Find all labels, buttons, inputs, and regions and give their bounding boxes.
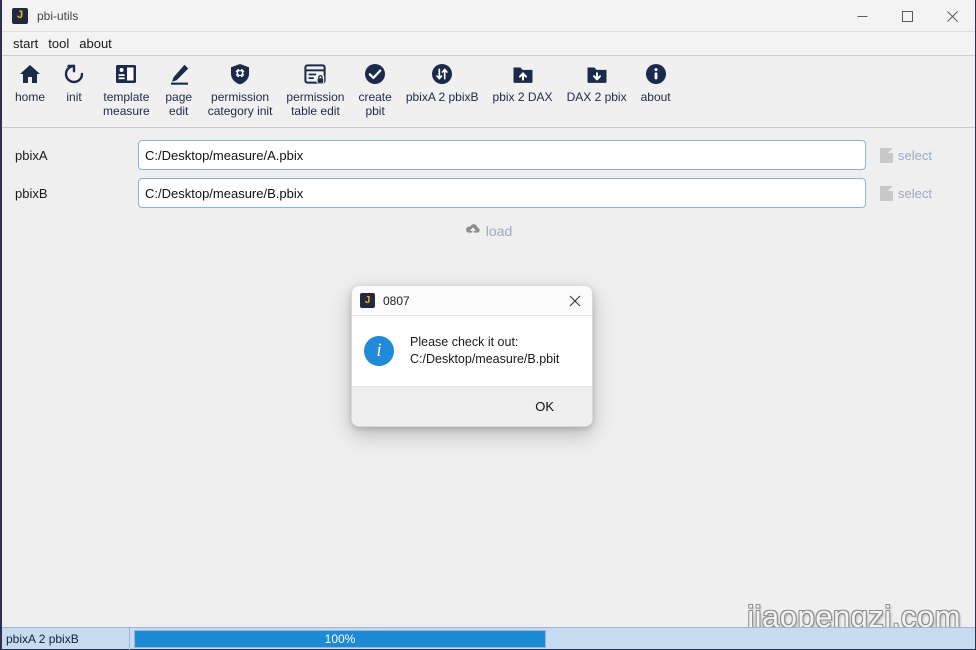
- progress-bar-fill: 100%: [135, 631, 545, 647]
- status-bar: pbixA 2 pbixB 100%: [2, 627, 975, 649]
- app-logo-letter: J: [17, 10, 23, 21]
- application-window: J pbi-utils start tool about: [0, 0, 976, 650]
- load-button[interactable]: load: [459, 220, 518, 241]
- dialog-message-line1: Please check it out:: [410, 334, 559, 351]
- toolbar-label-init: init: [66, 90, 81, 104]
- toolbar: home init template measur: [2, 56, 975, 128]
- menu-item-about[interactable]: about: [74, 34, 117, 53]
- pbixa-select-button[interactable]: select: [880, 148, 932, 163]
- maximize-button[interactable]: [885, 0, 930, 32]
- title-bar: J pbi-utils: [2, 0, 975, 32]
- minimize-button[interactable]: [840, 0, 885, 32]
- toolbar-button-dax-2-pbix[interactable]: DAX 2 pbix: [560, 61, 634, 104]
- message-dialog: J 0807 i Please check it out: C:/Desktop…: [351, 285, 593, 427]
- form-row-pbixb: pbixB select: [2, 178, 975, 208]
- toolbar-button-create-pbit[interactable]: create pbit: [351, 61, 398, 118]
- label-pbixa: pbixA: [2, 148, 138, 163]
- dialog-title: 0807: [383, 294, 410, 308]
- toolbar-label-create-pbit: create pbit: [358, 90, 391, 118]
- form-area: pbixA select pbixB select: [2, 128, 975, 241]
- toolbar-button-template-measure[interactable]: template measure: [96, 61, 157, 118]
- dialog-title-bar: J 0807: [352, 286, 592, 316]
- pbixa-path-input[interactable]: [138, 140, 866, 170]
- home-icon: [18, 61, 42, 87]
- toolbar-button-page-edit[interactable]: page edit: [157, 61, 201, 118]
- toolbar-button-pbixa-2-pbixb[interactable]: pbixA 2 pbixB: [399, 61, 486, 104]
- file-select-icon: [880, 148, 893, 163]
- dialog-close-icon[interactable]: [558, 286, 592, 316]
- folder-upload-icon: [511, 61, 535, 87]
- dialog-body: i Please check it out: C:/Desktop/measur…: [352, 316, 592, 386]
- load-row: load: [2, 220, 975, 241]
- pbixb-select-button[interactable]: select: [880, 186, 932, 201]
- form-row-pbixa: pbixA select: [2, 140, 975, 170]
- toolbar-button-home[interactable]: home: [8, 61, 52, 104]
- shield-gear-icon: [228, 61, 252, 87]
- toolbar-label-permission-table-edit: permission table edit: [286, 90, 344, 118]
- pbixa-select-label: select: [898, 148, 932, 163]
- toolbar-label-home: home: [15, 90, 45, 104]
- pencil-icon: [167, 61, 191, 87]
- check-circle-icon: [363, 61, 387, 87]
- toolbar-button-init[interactable]: init: [52, 61, 96, 104]
- toolbar-label-pbixa-2-pbixb: pbixA 2 pbixB: [406, 90, 479, 104]
- dialog-logo-letter: J: [365, 296, 371, 306]
- folder-download-icon: [585, 61, 609, 87]
- refresh-icon: [62, 61, 86, 87]
- pbixb-select-label: select: [898, 186, 932, 201]
- dialog-message-line2: C:/Desktop/measure/B.pbit: [410, 351, 559, 368]
- dialog-message: Please check it out: C:/Desktop/measure/…: [410, 334, 559, 368]
- toolbar-button-pbix-2-dax[interactable]: pbix 2 DAX: [486, 61, 560, 104]
- load-label: load: [486, 223, 512, 239]
- template-panel-icon: [114, 61, 138, 87]
- info-circle-icon: [644, 61, 668, 87]
- toolbar-button-permission-category-init[interactable]: permission category init: [201, 61, 280, 118]
- toolbar-label-template-measure: template measure: [103, 90, 150, 118]
- window-title: pbi-utils: [37, 9, 78, 23]
- cloud-upload-icon: [465, 222, 481, 239]
- toolbar-label-dax-2-pbix: DAX 2 pbix: [567, 90, 627, 104]
- close-button[interactable]: [930, 0, 975, 32]
- toolbar-label-permission-category-init: permission category init: [208, 90, 273, 118]
- toolbar-label-pbix-2-dax: pbix 2 DAX: [493, 90, 553, 104]
- app-logo-icon: J: [12, 8, 28, 24]
- table-lock-icon: [303, 61, 327, 87]
- status-task-label: pbixA 2 pbixB: [2, 628, 130, 650]
- menu-bar: start tool about: [2, 32, 975, 56]
- progress-bar: 100%: [134, 630, 546, 648]
- toolbar-button-permission-table-edit[interactable]: permission table edit: [279, 61, 351, 118]
- toolbar-label-page-edit: page edit: [165, 90, 192, 118]
- dialog-ok-button[interactable]: OK: [525, 396, 564, 417]
- swap-arrows-icon: [430, 61, 454, 87]
- info-icon: i: [364, 336, 394, 366]
- toolbar-label-about: about: [641, 90, 671, 104]
- dialog-footer: OK: [352, 386, 592, 426]
- toolbar-button-about[interactable]: about: [634, 61, 678, 104]
- window-controls: [840, 0, 975, 32]
- file-select-icon: [880, 186, 893, 201]
- progress-bar-text: 100%: [325, 632, 356, 646]
- dialog-logo-icon: J: [360, 293, 375, 308]
- menu-item-start[interactable]: start: [8, 34, 43, 53]
- menu-item-tool[interactable]: tool: [43, 34, 74, 53]
- pbixb-path-input[interactable]: [138, 178, 866, 208]
- label-pbixb: pbixB: [2, 186, 138, 201]
